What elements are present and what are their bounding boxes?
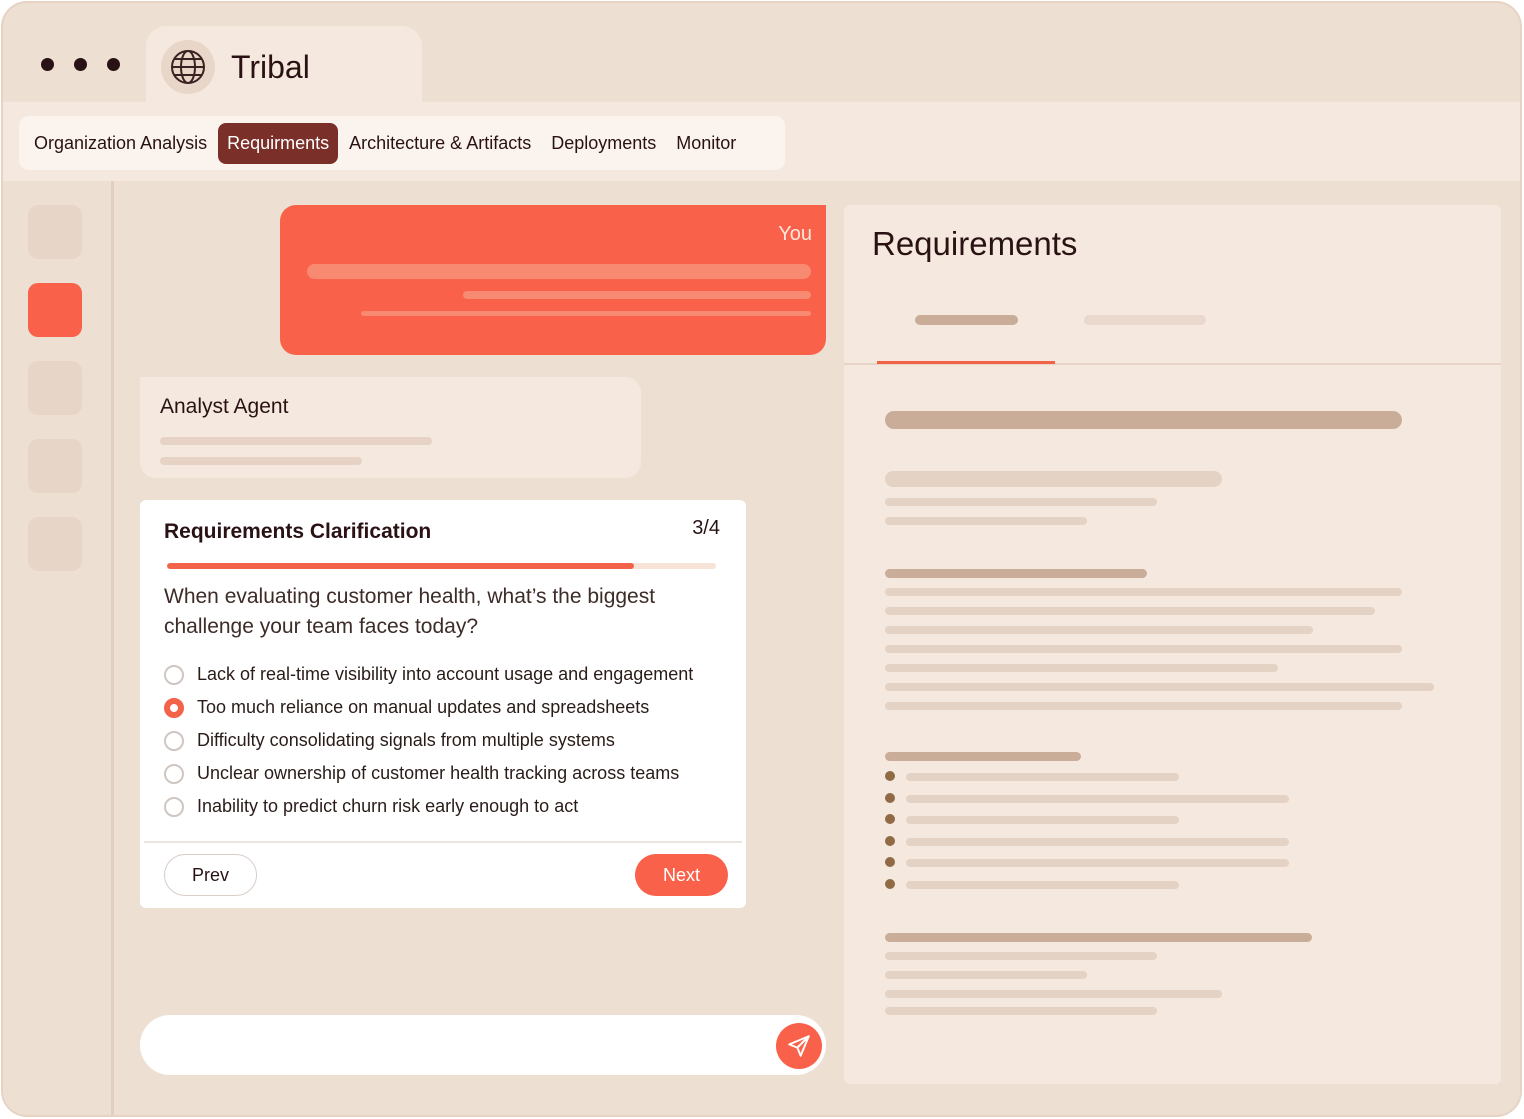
doc-bullet-line-placeholder: [906, 773, 1179, 781]
question-card: Requirements Clarification 3/4 When eval…: [140, 500, 746, 908]
doc-bullet-line-placeholder: [906, 795, 1289, 803]
nav-tabs: Organization Analysis Requirments Archit…: [19, 116, 785, 170]
doc-line-placeholder: [885, 607, 1375, 615]
sidebar-item-3[interactable]: [28, 361, 82, 415]
window-dot-2[interactable]: [74, 58, 87, 71]
option-label: Unclear ownership of customer health tra…: [197, 763, 680, 783]
send-button[interactable]: [776, 1023, 822, 1069]
top-nav: Organization Analysis Requirments Archit…: [3, 102, 1520, 181]
doc-bullet-line-placeholder: [906, 859, 1289, 867]
prev-button[interactable]: Prev: [164, 854, 257, 896]
bullet-icon: [885, 857, 895, 867]
message-placeholder-line: [307, 264, 811, 279]
doc-line-placeholder: [885, 626, 1313, 634]
option-label: Inability to predict churn risk early en…: [197, 796, 579, 816]
question-card-title: Requirements Clarification: [164, 520, 432, 543]
window-dot-3[interactable]: [107, 58, 120, 71]
radio-button[interactable]: [164, 664, 184, 685]
panel-tab-indicator: [877, 361, 1055, 364]
message-placeholder-line: [463, 291, 811, 299]
panel-tab[interactable]: [1084, 315, 1206, 325]
radio-button[interactable]: [164, 796, 184, 817]
option-label: Lack of real-time visibility into accoun…: [197, 664, 694, 684]
doc-line-placeholder: [885, 664, 1278, 672]
progress-fill: [167, 563, 634, 569]
option-item[interactable]: Unclear ownership of customer health tra…: [164, 757, 693, 790]
app-window: Tribal Organization Analysis Requirments…: [1, 1, 1522, 1117]
doc-line-placeholder: [885, 517, 1087, 525]
sidebar-item-2[interactable]: [28, 283, 82, 337]
doc-line-placeholder: [885, 588, 1402, 596]
agent-label: Analyst Agent: [160, 395, 289, 418]
radio-button[interactable]: [164, 763, 184, 784]
message-placeholder-line: [361, 311, 811, 316]
chat-input[interactable]: [140, 1015, 826, 1075]
option-item[interactable]: Inability to predict churn risk early en…: [164, 790, 693, 823]
doc-line-placeholder: [885, 645, 1402, 653]
agent-message: Analyst Agent: [140, 377, 641, 478]
tab-requirments[interactable]: Requirments: [218, 122, 339, 164]
radio-button-selected[interactable]: [164, 697, 184, 718]
doc-bullet-line-placeholder: [906, 816, 1179, 824]
option-list: Lack of real-time visibility into accoun…: [164, 658, 693, 823]
option-item[interactable]: Lack of real-time visibility into accoun…: [164, 658, 693, 691]
requirements-panel: Requirements: [844, 205, 1501, 1084]
doc-section-heading-placeholder: [885, 569, 1147, 578]
progress-bar: [167, 563, 716, 569]
radio-button[interactable]: [164, 730, 184, 751]
doc-line-placeholder: [885, 990, 1222, 998]
option-label: Difficulty consolidating signals from mu…: [197, 730, 615, 750]
sidebar-item-5[interactable]: [28, 517, 82, 571]
tab-organization-analysis[interactable]: Organization Analysis: [25, 123, 216, 164]
doc-bullet-line-placeholder: [906, 881, 1179, 889]
doc-section-heading-placeholder: [885, 933, 1312, 942]
doc-line-placeholder: [885, 1007, 1157, 1015]
app-title: Tribal: [231, 48, 310, 85]
globe-icon: [161, 40, 215, 94]
bullet-icon: [885, 879, 895, 889]
tab-monitor[interactable]: Monitor: [667, 123, 745, 164]
sidebar-item-4[interactable]: [28, 439, 82, 493]
tab-architecture-artifacts[interactable]: Architecture & Artifacts: [340, 123, 540, 164]
user-label: You: [778, 223, 812, 245]
question-text: When evaluating customer health, what’s …: [164, 585, 656, 638]
bullet-icon: [885, 836, 895, 846]
option-item[interactable]: Difficulty consolidating signals from mu…: [164, 724, 693, 757]
doc-line-placeholder: [885, 683, 1434, 691]
bullet-icon: [885, 793, 895, 803]
message-placeholder-line: [160, 457, 362, 465]
bullet-icon: [885, 814, 895, 824]
app-tab[interactable]: Tribal: [146, 26, 422, 108]
card-divider: [144, 841, 742, 843]
tab-deployments[interactable]: Deployments: [542, 123, 665, 164]
doc-subheading-placeholder: [885, 471, 1222, 487]
message-placeholder-line: [160, 437, 432, 445]
next-button[interactable]: Next: [635, 854, 728, 896]
user-message: You: [280, 205, 826, 355]
sidebar-divider: [111, 181, 114, 1115]
doc-bullet-line-placeholder: [906, 838, 1289, 846]
option-label: Too much reliance on manual updates and …: [197, 697, 650, 717]
panel-title: Requirements: [872, 225, 1078, 262]
window-dot-1[interactable]: [41, 58, 54, 71]
doc-line-placeholder: [885, 971, 1087, 979]
step-counter: 3/4: [692, 517, 720, 539]
panel-tab-active[interactable]: [915, 315, 1018, 325]
send-icon: [788, 1035, 810, 1057]
doc-section-heading-placeholder: [885, 752, 1081, 761]
doc-line-placeholder: [885, 952, 1157, 960]
sidebar-item-1[interactable]: [28, 205, 82, 259]
doc-heading-placeholder: [885, 411, 1402, 429]
bullet-icon: [885, 771, 895, 781]
doc-line-placeholder: [885, 702, 1402, 710]
doc-line-placeholder: [885, 498, 1157, 506]
option-item[interactable]: Too much reliance on manual updates and …: [164, 691, 693, 724]
window-controls: [41, 58, 120, 71]
